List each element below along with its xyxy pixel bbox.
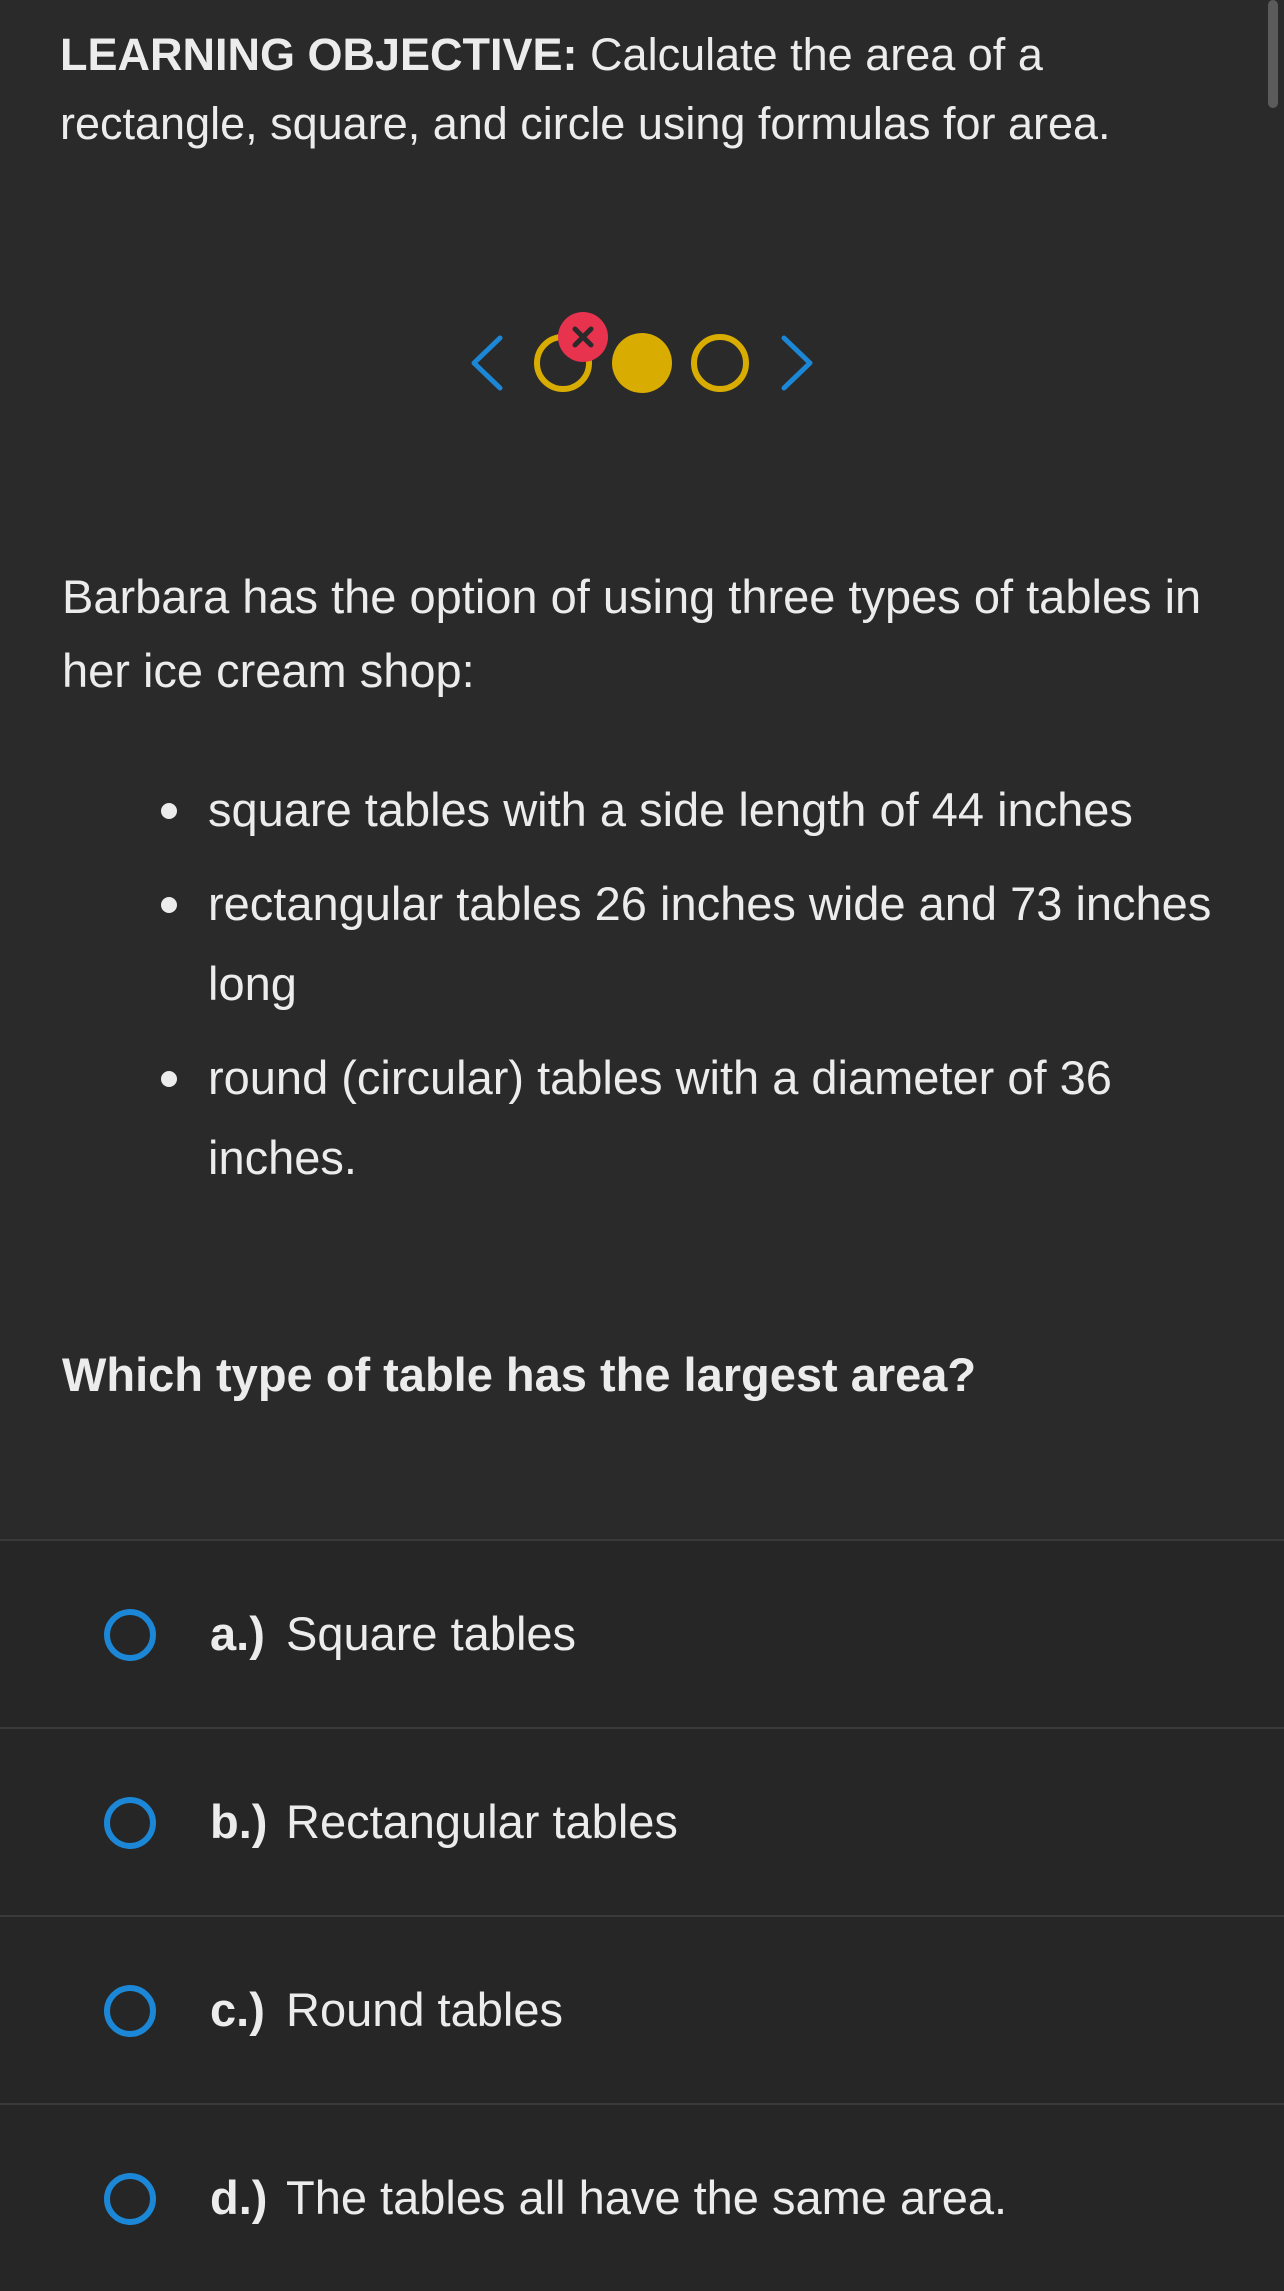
list-item-text: round (circular) tables with a diameter … bbox=[208, 1051, 1112, 1184]
scrollbar[interactable] bbox=[1268, 0, 1278, 108]
question-prompt: Which type of table has the largest area… bbox=[62, 1348, 977, 1401]
choice-letter: a.) bbox=[210, 1607, 265, 1660]
list-item: rectangular tables 26 inches wide and 73… bbox=[150, 864, 1250, 1024]
incorrect-badge bbox=[558, 312, 608, 362]
list-item-text: square tables with a side length of 44 i… bbox=[208, 783, 1133, 836]
objective-label: LEARNING OBJECTIVE: bbox=[60, 29, 578, 80]
list-item: round (circular) tables with a diameter … bbox=[150, 1038, 1250, 1198]
answer-choices: a.) Square tables b.) Rectangular tables… bbox=[0, 1539, 1284, 2291]
bullet-icon bbox=[161, 803, 177, 819]
choice-text: Rectangular tables bbox=[286, 1795, 678, 1848]
choice-letter: d.) bbox=[210, 2171, 268, 2224]
choice-text: Square tables bbox=[286, 1607, 577, 1660]
radio-button[interactable] bbox=[104, 1797, 156, 1849]
radio-button[interactable] bbox=[104, 1985, 156, 2037]
question-dot-2-current[interactable] bbox=[612, 333, 672, 393]
table-options-list: square tables with a side length of 44 i… bbox=[150, 770, 1250, 1212]
choice-text: Round tables bbox=[286, 1983, 563, 2036]
answer-choice-a[interactable]: a.) Square tables bbox=[0, 1539, 1284, 1727]
answer-choice-c[interactable]: c.) Round tables bbox=[0, 1915, 1284, 2103]
bullet-icon bbox=[161, 897, 177, 913]
chevron-right-icon[interactable] bbox=[774, 332, 824, 392]
choice-letter: b.) bbox=[210, 1795, 268, 1848]
bullet-icon bbox=[161, 1071, 177, 1087]
radio-button[interactable] bbox=[104, 2173, 156, 2225]
question-navigator bbox=[0, 312, 1284, 412]
question-intro: Barbara has the option of using three ty… bbox=[62, 570, 1202, 697]
answer-choice-b[interactable]: b.) Rectangular tables bbox=[0, 1727, 1284, 1915]
question-dot-3[interactable] bbox=[691, 334, 749, 392]
chevron-left-icon[interactable] bbox=[460, 332, 510, 392]
list-item-text: rectangular tables 26 inches wide and 73… bbox=[208, 877, 1212, 1010]
list-item: square tables with a side length of 44 i… bbox=[150, 770, 1250, 850]
choice-text: The tables all have the same area. bbox=[286, 2171, 1008, 2224]
choice-letter: c.) bbox=[210, 1983, 265, 2036]
learning-objective: LEARNING OBJECTIVE: Calculate the area o… bbox=[60, 20, 1190, 158]
radio-button[interactable] bbox=[104, 1609, 156, 1661]
